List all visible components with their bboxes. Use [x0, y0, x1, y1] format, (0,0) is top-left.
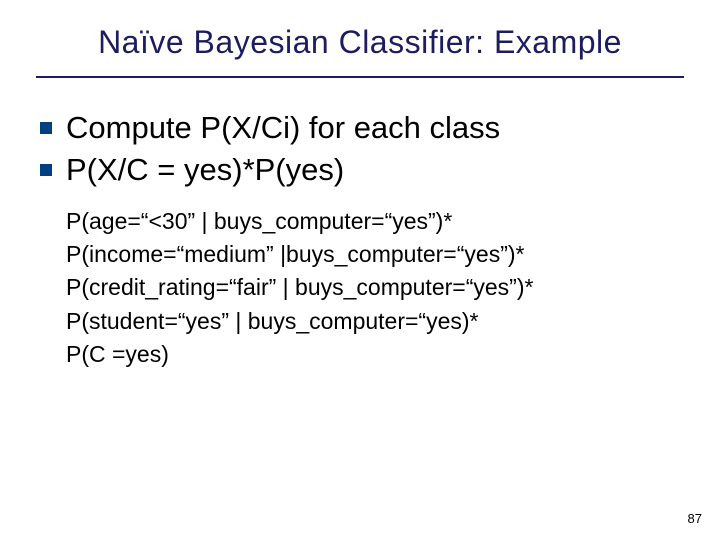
- detail-block: P(age=“<30” | buys_computer=“yes”)* P(in…: [66, 205, 680, 372]
- detail-line: P(C =yes): [66, 338, 680, 371]
- bullet-item: Compute P(X/Ci) for each class: [40, 108, 680, 148]
- bullet-text: Compute P(X/Ci) for each class: [66, 108, 500, 148]
- square-bullet-icon: [40, 164, 52, 176]
- slide: Naïve Bayesian Classifier: Example Compu…: [0, 0, 720, 540]
- detail-line: P(student=“yes” | buys_computer=“yes)*: [66, 305, 680, 338]
- slide-body: Compute P(X/Ci) for each class P(X/C = y…: [40, 108, 680, 371]
- detail-line: P(age=“<30” | buys_computer=“yes”)*: [66, 205, 680, 238]
- slide-title: Naïve Bayesian Classifier: Example: [0, 24, 720, 61]
- bullet-item: P(X/C = yes)*P(yes): [40, 150, 680, 190]
- page-number: 87: [688, 511, 702, 526]
- square-bullet-icon: [40, 122, 52, 134]
- title-underline: [36, 76, 684, 78]
- bullet-text: P(X/C = yes)*P(yes): [66, 150, 344, 190]
- detail-line: P(credit_rating=“fair” | buys_computer=“…: [66, 271, 680, 304]
- detail-line: P(income=“medium” |buys_computer=“yes”)*: [66, 238, 680, 271]
